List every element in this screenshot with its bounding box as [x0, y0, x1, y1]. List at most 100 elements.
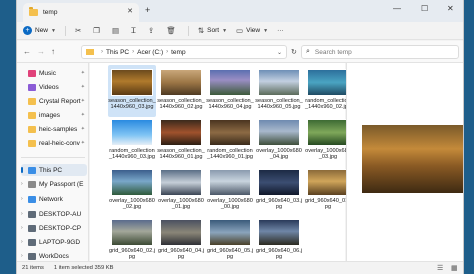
sidebar-item-label: Network [39, 195, 63, 203]
chevron-right-icon[interactable]: › [21, 211, 28, 217]
tab-temp[interactable]: temp ✕ [23, 3, 139, 22]
address-bar[interactable]: › This PC › Acer (C:) › temp ⌄ [81, 45, 287, 59]
details-view-icon[interactable]: ☰ [437, 264, 443, 272]
forward-arrow-icon[interactable]: → [37, 47, 45, 56]
share-icon: ⇪ [148, 26, 155, 35]
search-input[interactable]: ⌕ Search temp [301, 45, 459, 59]
file-name: overlay_1000x680_00.jpg [207, 198, 253, 211]
rename-button[interactable]: Ꮖ [131, 26, 139, 36]
sidebar-item[interactable]: › LAPTOP-9GD [21, 236, 87, 248]
chevron-down-icon[interactable]: ⌄ [277, 49, 282, 56]
sidebar-item[interactable]: images ✦ [21, 109, 87, 121]
file-tile[interactable]: grid_960x640_05.jpg [206, 215, 254, 267]
minimize-icon[interactable]: — [393, 4, 401, 13]
file-tile[interactable]: grid_960x640_02.jpg [108, 215, 156, 267]
file-tile[interactable]: overlay_1000x680_00.jpg [206, 165, 254, 217]
file-tile[interactable]: season_collection_1440x960_02.jpg [157, 65, 205, 117]
more-options-button[interactable]: ··· [277, 27, 284, 34]
file-tile[interactable]: overlay_1000x680_03.jpg [304, 115, 352, 167]
paste-button[interactable]: ▤ [112, 26, 122, 35]
sidebar-item[interactable]: › This PC [21, 164, 87, 176]
breadcrumb-temp[interactable]: temp [171, 49, 185, 56]
thumbnail-image [111, 219, 153, 246]
copy-button[interactable]: ❐ [93, 26, 103, 35]
breadcrumb-drive[interactable]: Acer (C:) [137, 49, 163, 56]
sidebar-item[interactable]: Music ✦ [21, 67, 87, 79]
status-bar: 21 items 1 item selected 359 KB ☰ ▦ [17, 261, 463, 274]
title-bar: temp ✕ + — ☐ ✕ [17, 0, 463, 22]
sidebar-item[interactable]: Videos ✦ [21, 81, 87, 93]
file-name: random_collection_1440x960_02.jpg [304, 98, 352, 111]
sidebar-item[interactable]: › DESKTOP-AU [21, 208, 87, 220]
chevron-right-icon[interactable]: › [21, 225, 28, 231]
file-tile[interactable]: season_collection_1440x960_01.jpg [157, 115, 205, 167]
delete-button[interactable]: 🗑 [166, 26, 179, 35]
file-name: random_collection_1440x960_01.jpg [206, 148, 254, 161]
chevron-right-icon[interactable]: › [21, 181, 28, 187]
selection-info: 1 item selected 359 KB [53, 265, 114, 271]
chevron-right-icon: › [166, 49, 169, 55]
new-tab-icon[interactable]: + [145, 5, 150, 15]
tiles-view-icon[interactable]: ▦ [451, 264, 458, 272]
pin-icon: ✦ [80, 70, 85, 76]
file-tile[interactable]: random_collection_1440x960_02.jpg [304, 65, 352, 117]
chevron-down-icon: ▼ [222, 27, 228, 34]
pin-icon: ✦ [80, 112, 85, 118]
sidebar-item[interactable]: heic-samples ✦ [21, 123, 87, 135]
sidebar-item[interactable]: › My Passport (E [21, 178, 87, 190]
file-tile[interactable]: season_collection_1440x960_04.jpg [206, 65, 254, 117]
chevron-right-icon[interactable]: › [21, 167, 28, 173]
file-name: grid_960x640_03.jpg [255, 198, 303, 211]
back-arrow-icon[interactable]: ← [23, 47, 31, 56]
file-tile[interactable]: grid_960x640_06.jpg [255, 215, 303, 267]
thumbnail-image [258, 219, 300, 246]
sidebar-item-label: DESKTOP-AU [39, 210, 82, 218]
file-tile[interactable]: random_collection_1440x960_01.jpg [206, 115, 254, 167]
up-arrow-icon[interactable]: ↑ [51, 47, 55, 56]
file-tile[interactable]: overlay_1000x680_01.jpg [157, 165, 205, 217]
thumbnail-image [258, 119, 300, 146]
chevron-right-icon[interactable]: › [21, 196, 28, 202]
file-tile[interactable]: overlay_1000x680_04.jpg [255, 115, 303, 167]
breadcrumb-this-pc[interactable]: This PC [106, 49, 129, 56]
file-name: grid_960x640_04.jpg [157, 248, 205, 261]
file-tile[interactable]: overlay_1000x680_02.jpg [108, 165, 156, 217]
close-window-icon[interactable]: ✕ [447, 4, 454, 13]
pin-icon: ✦ [80, 98, 85, 104]
sidebar-item-label: WorkDocs [39, 252, 69, 260]
file-tile[interactable]: season_collection_1440x960_03.jpg [108, 65, 156, 117]
more-label: ··· [277, 27, 284, 34]
view-icon: ▭ [236, 26, 244, 35]
workdocs-icon [28, 252, 36, 260]
cut-button[interactable]: ✂ [75, 26, 84, 35]
pin-icon: ✦ [80, 84, 85, 90]
sidebar-item-label: DESKTOP-CP [39, 224, 82, 232]
file-tile[interactable]: grid_960x640_03.jpg [255, 165, 303, 217]
sidebar-item[interactable]: › Network [21, 193, 87, 205]
tab-close-icon[interactable]: ✕ [127, 7, 133, 15]
divider [187, 25, 189, 36]
sidebar-item[interactable]: Crystal Report ✦ [21, 95, 87, 107]
maximize-icon[interactable]: ☐ [421, 4, 428, 13]
thumbnail-image [307, 69, 349, 96]
computer-icon [28, 224, 36, 232]
thumbnail-image [160, 69, 202, 96]
thumbnail-image [111, 119, 153, 146]
share-button[interactable]: ⇪ [148, 26, 157, 35]
file-tile[interactable]: grid_960x640_01.jpg [304, 165, 352, 217]
chevron-right-icon[interactable]: › [21, 239, 28, 245]
preview-pane [346, 63, 463, 261]
file-tile[interactable]: season_collection_1440x960_05.jpg [255, 65, 303, 117]
file-name: overlay_1000x680_02.jpg [109, 198, 155, 211]
chevron-right-icon[interactable]: › [21, 253, 28, 259]
folder-icon [28, 97, 36, 105]
sidebar-item[interactable]: real-heic-conv ✦ [21, 137, 87, 149]
sidebar-item[interactable]: › DESKTOP-CP [21, 222, 87, 234]
refresh-icon[interactable]: ↻ [291, 48, 297, 56]
file-tile[interactable]: grid_960x640_04.jpg [157, 215, 205, 267]
new-button[interactable]: + New ▼ [23, 26, 56, 35]
view-button[interactable]: ▭ View ▼ [236, 26, 268, 35]
sort-button[interactable]: ⇅ Sort ▼ [198, 26, 227, 35]
sidebar-item-label: My Passport (E [39, 180, 84, 188]
file-tile[interactable]: random_collection_1440x960_03.jpg [108, 115, 156, 167]
